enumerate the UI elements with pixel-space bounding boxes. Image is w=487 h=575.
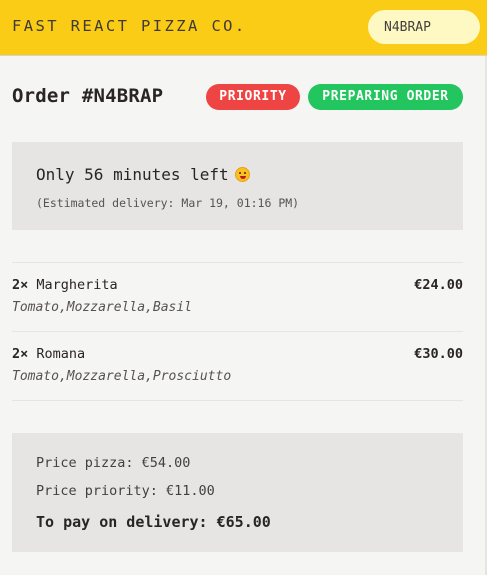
delivery-time-panel: Only 56 minutes left (Estimated delivery… xyxy=(12,142,463,230)
item-price: €24.00 xyxy=(414,277,463,293)
app-header: FAST REACT PIZZA CO. xyxy=(0,0,487,56)
item-name: 2× Margherita xyxy=(12,277,118,293)
priority-badge: PRIORITY xyxy=(206,84,300,110)
item-ingredients: Tomato,Mozzarella,Prosciutto xyxy=(12,369,232,384)
item-name: 2× Romana xyxy=(12,346,85,362)
items-divider-top xyxy=(12,262,463,263)
status-badge: PREPARING ORDER xyxy=(308,84,463,110)
items-divider-bottom xyxy=(12,400,463,401)
item-title: Margherita xyxy=(36,277,118,293)
items-divider xyxy=(12,331,463,332)
order-title: Order #N4BRAP xyxy=(12,85,164,107)
item-title: Romana xyxy=(36,346,86,362)
item-ingredients: Tomato,Mozzarella,Basil xyxy=(12,300,193,315)
smiley-emoji-icon xyxy=(234,167,250,182)
item-quantity: 2× xyxy=(12,346,29,362)
price-priority: Price priority: €11.00 xyxy=(36,483,215,499)
order-search-input[interactable] xyxy=(368,10,480,44)
time-left-text: Only 56 minutes left xyxy=(36,165,250,184)
item-price: €30.00 xyxy=(414,346,463,362)
estimated-delivery: (Estimated delivery: Mar 19, 01:16 PM) xyxy=(36,196,300,210)
price-pizza: Price pizza: €54.00 xyxy=(36,455,191,471)
app-logo[interactable]: FAST REACT PIZZA CO. xyxy=(12,17,247,35)
price-summary-panel: Price pizza: €54.00 Price priority: €11.… xyxy=(12,433,463,552)
to-pay-total: To pay on delivery: €65.00 xyxy=(36,513,271,531)
item-quantity: 2× xyxy=(12,277,29,293)
time-left-label: Only 56 minutes left xyxy=(36,165,229,184)
